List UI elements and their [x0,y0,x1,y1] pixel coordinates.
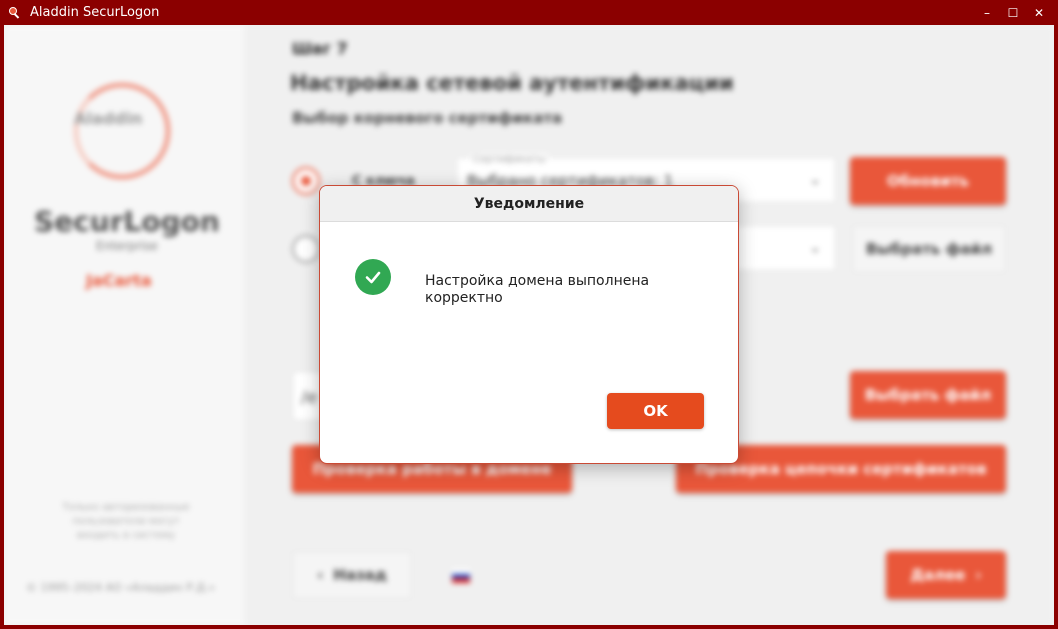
maximize-button[interactable]: ☐ [1000,0,1026,25]
app-window: Aladdin SecurLogon – ☐ ✕ Aladdin SecurLo… [0,0,1058,629]
minimize-button[interactable]: – [974,0,1000,25]
chevron-down-icon: ⌄ [809,172,821,188]
radio-from-file[interactable] [292,235,320,263]
aladdin-key-icon [8,6,22,20]
next-button[interactable]: Далее › [886,551,1006,599]
path-field-value: /e [301,388,318,408]
back-button-label: Назад [333,566,387,584]
page-title: Настройка сетевой аутентификации [290,71,734,95]
radio-from-key[interactable] [292,167,320,195]
close-button[interactable]: ✕ [1026,0,1052,25]
chevron-left-icon: ‹ [317,566,324,584]
chevron-down-icon: ⌄ [809,240,821,256]
dialog-title: Уведомление [320,186,738,222]
logo-text: Aladdin [74,109,143,128]
window-controls: – ☐ ✕ [974,0,1052,25]
logo-ring-icon [74,83,170,179]
success-check-icon [355,259,391,295]
choose-file-button[interactable]: Выбрать файл [852,225,1006,273]
chevron-right-icon: › [975,566,982,584]
sidebar-note: Только авторизованные пользователи могут… [62,502,190,541]
copyright: © 1995–2024 АО «Аладдин Р.Д.» [26,581,216,594]
choose-file-button-2[interactable]: Выбрать файл [850,371,1006,419]
window-title: Aladdin SecurLogon [30,5,160,20]
title-bar: Aladdin SecurLogon – ☐ ✕ [0,0,1058,25]
dialog-message: Настройка домена выполнена корректно [425,273,650,306]
brand-edition: Enterprise [96,239,158,253]
section-title: Выбор корневого сертификата [292,109,563,127]
back-button[interactable]: ‹ Назад [292,551,412,599]
next-button-label: Далее [910,566,966,584]
russian-flag-icon[interactable] [452,569,470,583]
notification-dialog: Уведомление Настройка домена выполнена к… [319,185,739,464]
ok-button[interactable]: OK [607,393,704,429]
sidebar: Aladdin SecurLogon Enterprise JaCarta То… [4,25,244,625]
brand-product: JaCarta [86,271,152,290]
brand-name: SecurLogon [34,205,220,238]
refresh-button[interactable]: Обновить [850,157,1006,205]
certificates-select-legend: Сертификаты [471,154,548,165]
step-label: Шаг 7 [292,39,348,58]
